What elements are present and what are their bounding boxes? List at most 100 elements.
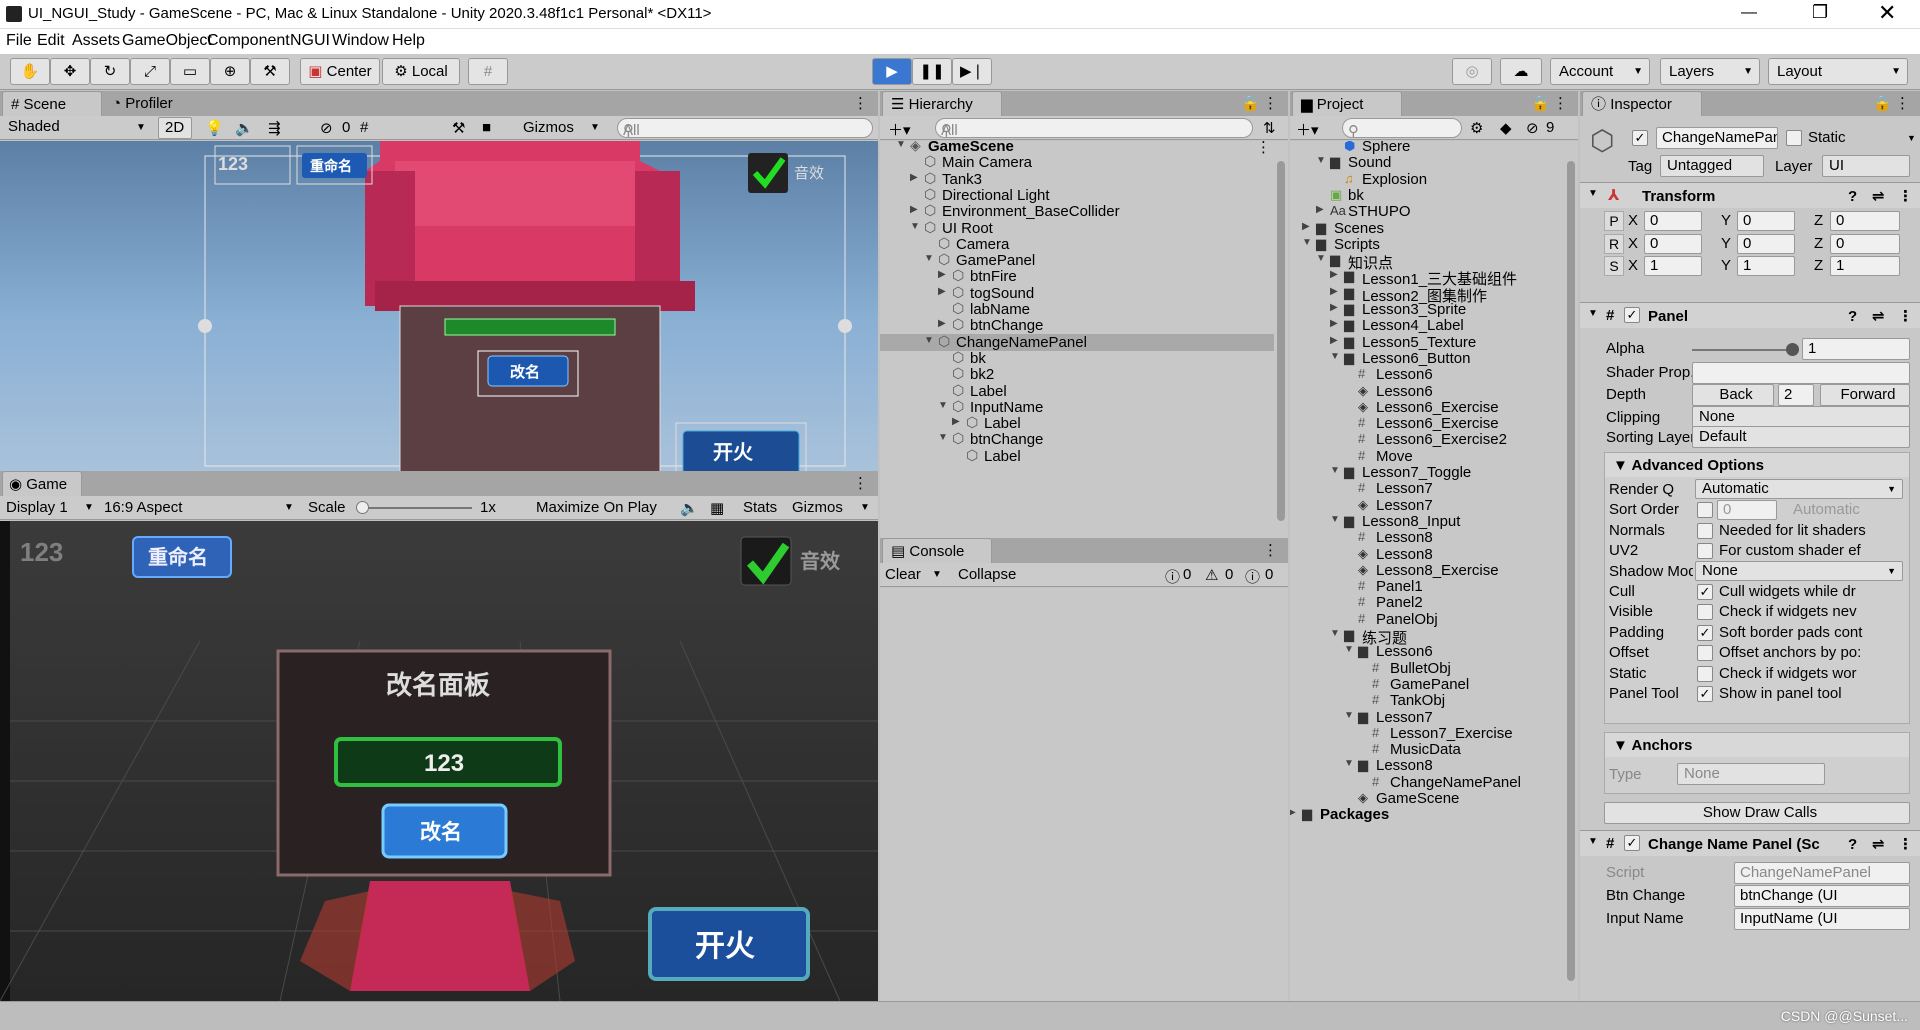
chevron-right-icon[interactable]: ▶ xyxy=(938,286,946,297)
axis-label[interactable]: Y xyxy=(1721,212,1731,229)
menu-edit[interactable]: Edit xyxy=(37,32,65,50)
hidden-packages-icon[interactable]: ⊘ xyxy=(1526,119,1539,137)
project-item[interactable]: # ChangeNamePanel xyxy=(1290,774,1565,791)
project-item[interactable]: ▶ ▆ Lesson5_Texture xyxy=(1290,334,1565,351)
chevron-right-icon[interactable]: ▶ xyxy=(1330,335,1338,346)
mute-icon[interactable]: 🔈 xyxy=(680,499,699,517)
chevron-down-icon[interactable]: ▼ xyxy=(1344,758,1354,769)
tab-profiler[interactable]: ◔ Profiler xyxy=(106,91,216,116)
axis-label[interactable]: X xyxy=(1628,257,1638,274)
more-icon[interactable]: ⋮ xyxy=(1263,94,1278,112)
project-item[interactable]: ◈ Lesson8 xyxy=(1290,546,1565,563)
menu-help[interactable]: Help xyxy=(392,32,425,50)
layer-dropdown[interactable]: UI xyxy=(1822,155,1910,177)
project-item[interactable]: ▼ ▆ Sound xyxy=(1290,154,1565,171)
project-item[interactable]: ◈ Lesson6_Exercise xyxy=(1290,399,1565,416)
project-item[interactable]: ◈ Lesson7 xyxy=(1290,497,1565,514)
chevron-right-icon[interactable]: ▶ xyxy=(1330,302,1338,313)
project-item[interactable]: ▶ ▆ Lesson3_Sprite xyxy=(1290,301,1565,318)
project-item[interactable]: # Lesson6_Exercise2 xyxy=(1290,431,1565,448)
layout-dropdown[interactable]: Layout ▼ xyxy=(1768,58,1908,85)
step-button[interactable]: ▶❘ xyxy=(952,58,992,85)
hierarchy-item[interactable]: ⬡ Label xyxy=(880,382,1275,400)
filter-type-icon[interactable]: ⚙ xyxy=(1470,119,1483,137)
project-item[interactable]: ▼ ▆ Lesson7 xyxy=(1290,709,1565,726)
account-dropdown[interactable]: Account ▼ xyxy=(1550,58,1650,85)
chevron-down-icon[interactable]: ▼ xyxy=(938,432,948,443)
hierarchy-item[interactable]: ▼ ◈ GameScene ⋮ xyxy=(880,141,1275,156)
chevron-down-icon[interactable]: ▼ xyxy=(1330,351,1340,362)
alpha-slider[interactable] xyxy=(1692,349,1792,351)
project-item[interactable]: # MusicData xyxy=(1290,741,1565,758)
hierarchy-item[interactable]: ⬡ labName xyxy=(880,300,1275,318)
audio-icon[interactable]: 🔈 xyxy=(235,119,254,137)
axis-label[interactable]: Z xyxy=(1814,235,1823,252)
settings-icon[interactable]: ⇌ xyxy=(1872,307,1885,325)
pivot-center-button[interactable]: ▣ Center xyxy=(300,58,380,85)
advanced-checkbox[interactable] xyxy=(1697,604,1713,621)
info-icon[interactable]: ⓘ xyxy=(1165,566,1180,587)
move-tool-button[interactable]: ✥ xyxy=(50,58,90,85)
chevron-down-icon[interactable]: ▼ xyxy=(1344,644,1354,655)
chevron-right-icon[interactable]: ▶ xyxy=(1290,807,1296,818)
hierarchy-item[interactable]: ▶ ⬡ togSound xyxy=(880,284,1275,302)
maximize-toggle[interactable]: Maximize On Play xyxy=(536,499,657,516)
active-checkbox[interactable]: ✓ xyxy=(1632,130,1648,146)
transform-r-label[interactable]: R xyxy=(1604,233,1624,254)
gizmos-label[interactable]: Gizmos xyxy=(523,119,574,136)
project-item[interactable]: ▼ ▆ 练习题 xyxy=(1290,627,1565,647)
more-icon[interactable]: ⋮ xyxy=(853,474,868,492)
project-item[interactable]: ▼ ▆ Lesson7_Toggle xyxy=(1290,464,1565,481)
sort-order-checkbox[interactable] xyxy=(1697,502,1713,519)
chevron-down-icon[interactable]: ▼ xyxy=(938,400,948,411)
project-item[interactable]: # BulletObj xyxy=(1290,660,1565,677)
chevron-down-icon[interactable]: ▼ xyxy=(1344,710,1354,721)
panel-enabled-checkbox[interactable]: ✓ xyxy=(1624,307,1640,323)
restore-icon[interactable]: ❐ xyxy=(1812,2,1828,23)
input-name-field[interactable]: InputName (UI xyxy=(1734,908,1910,930)
project-item[interactable]: # TankObj xyxy=(1290,692,1565,709)
project-item[interactable]: ▶ ▆ Lesson4_Label xyxy=(1290,317,1565,334)
grid-snap-button[interactable]: # xyxy=(468,58,508,85)
project-item[interactable]: # PanelObj xyxy=(1290,611,1565,628)
project-item[interactable]: # Lesson8 xyxy=(1290,529,1565,546)
layers-dropdown[interactable]: Layers ▼ xyxy=(1660,58,1760,85)
project-item[interactable]: # Panel1 xyxy=(1290,578,1565,595)
minimize-icon[interactable]: — xyxy=(1741,4,1757,22)
game-gizmos[interactable]: Gizmos xyxy=(792,499,843,516)
object-name-field[interactable]: ChangeNamePanel xyxy=(1656,127,1778,149)
depth-back-button[interactable]: Back xyxy=(1692,384,1774,406)
axis-label[interactable]: Y xyxy=(1721,235,1731,252)
advanced-checkbox[interactable] xyxy=(1697,645,1713,662)
shader-prop-field[interactable] xyxy=(1692,362,1910,384)
tab-console[interactable]: ▤ Console xyxy=(882,538,992,563)
game-view[interactable]: 123 重命名 音效 改名面板 123 改名 开火 xyxy=(0,521,878,1001)
more-icon[interactable]: ⋮ xyxy=(1898,187,1913,205)
chevron-down-icon[interactable]: ▼ xyxy=(896,141,906,150)
clipping-dropdown[interactable]: None xyxy=(1692,406,1910,428)
axis-label[interactable]: X xyxy=(1628,212,1638,229)
project-item[interactable]: ▶ ▆ Scenes xyxy=(1290,220,1565,237)
advanced-checkbox[interactable]: ✓ xyxy=(1697,686,1713,702)
collab-icon[interactable]: ◎ xyxy=(1452,58,1492,85)
axis-label[interactable]: Z xyxy=(1814,212,1823,229)
transform-p-field[interactable]: 0 xyxy=(1830,211,1900,231)
transform-r-field[interactable]: 0 xyxy=(1644,233,1702,254)
hierarchy-item[interactable]: ▶ ⬡ Label xyxy=(880,414,1275,432)
project-item[interactable]: # Panel2 xyxy=(1290,594,1565,611)
advanced-checkbox[interactable]: ✓ xyxy=(1697,624,1713,641)
transform-p-label[interactable]: P xyxy=(1604,211,1624,231)
project-item[interactable]: # GamePanel xyxy=(1290,676,1565,693)
pivot-local-button[interactable]: ⚙ Local xyxy=(382,58,460,85)
transform-s-field[interactable]: 1 xyxy=(1737,256,1795,276)
btn-change-field[interactable]: btnChange (UI xyxy=(1734,885,1910,907)
advanced-checkbox[interactable]: ✓ xyxy=(1697,584,1713,600)
chevron-down-icon[interactable]: ▼ xyxy=(924,335,934,346)
help-icon[interactable]: ? xyxy=(1848,836,1857,853)
grid-icon[interactable]: # xyxy=(360,119,368,136)
project-item[interactable]: ▼ ▆ Lesson6_Button xyxy=(1290,350,1565,367)
transform-header[interactable]: ▼ ⅄ Transform ? ⇌ ⋮ xyxy=(1580,182,1920,208)
hierarchy-item[interactable]: ▶ ⬡ Environment_BaseCollider xyxy=(880,202,1275,220)
project-item[interactable]: ▶ ▆ Lesson2_图集制作 xyxy=(1290,285,1565,305)
chevron-down-icon[interactable]: ▼ xyxy=(1330,628,1340,639)
